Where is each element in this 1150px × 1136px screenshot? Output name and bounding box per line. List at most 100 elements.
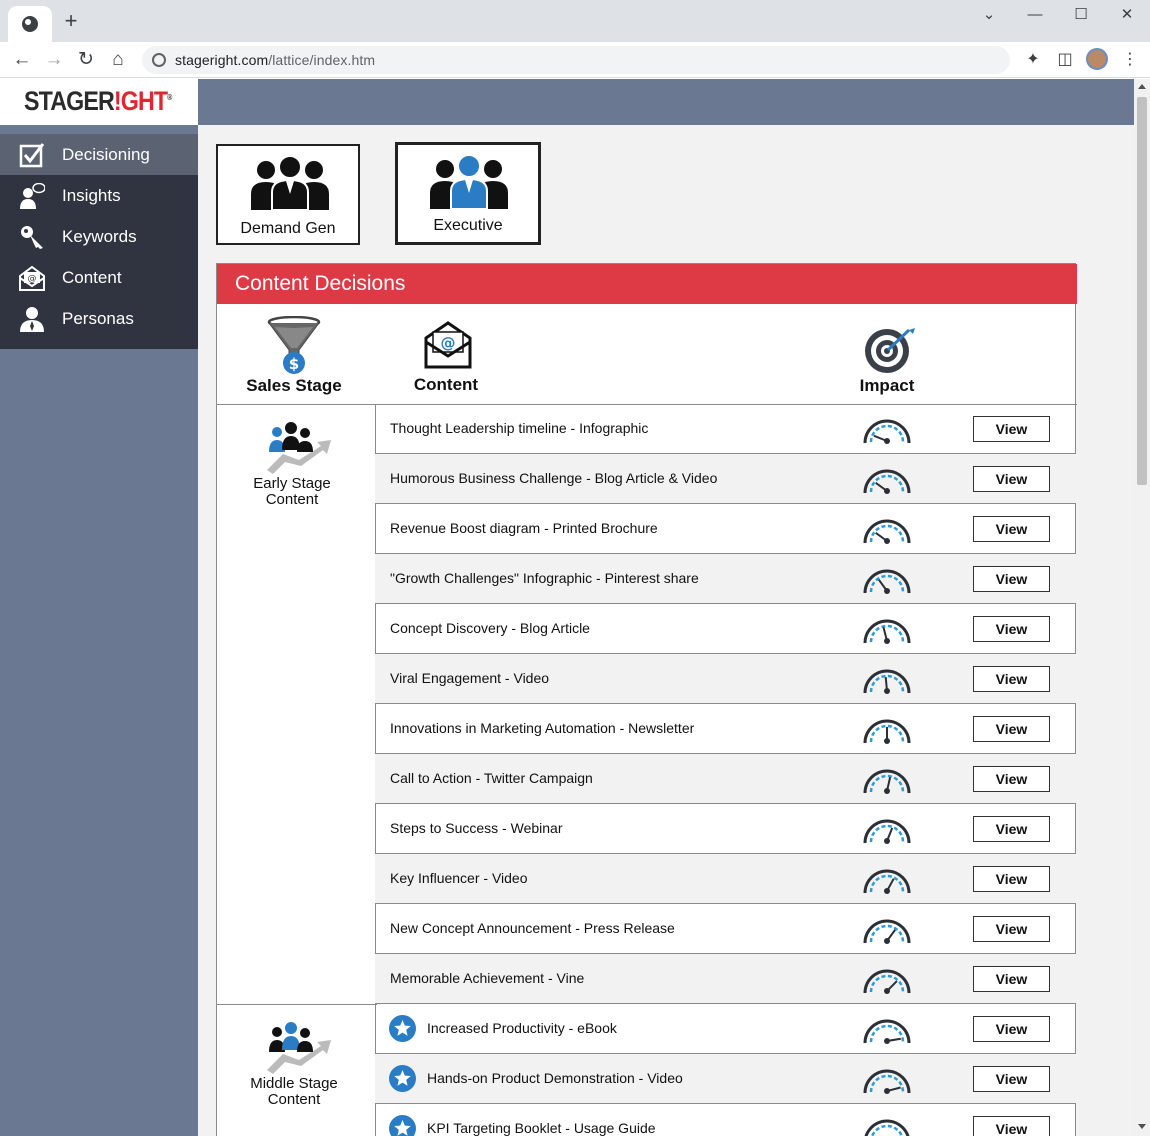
content-title: Call to Action - Twitter Campaign xyxy=(390,770,593,786)
content-title: Hands-on Product Demonstration - Video xyxy=(427,1070,683,1086)
address-bar[interactable]: stageright.com/lattice/index.htm xyxy=(142,46,1010,74)
sidebar: STAGER!GHT® Decisioning Insights Keyword… xyxy=(0,79,198,1136)
content-title: "Growth Challenges" Infographic - Pinter… xyxy=(390,570,699,586)
persona-label: Executive xyxy=(433,217,503,234)
sidebar-item-content[interactable]: @ Content xyxy=(0,257,198,298)
content-row: Memorable Achievement - Vine View xyxy=(375,954,1076,1004)
view-button[interactable]: View xyxy=(973,916,1050,942)
view-button[interactable]: View xyxy=(973,416,1050,442)
col-impact-header: Impact xyxy=(859,376,915,395)
middle-stage-group-icon xyxy=(267,1022,331,1074)
view-button[interactable]: View xyxy=(973,666,1050,692)
person-icon xyxy=(20,307,44,332)
speech-person-icon xyxy=(20,183,45,209)
view-button[interactable]: View xyxy=(973,616,1050,642)
persona-demand-gen-button[interactable]: Demand Gen xyxy=(216,144,360,245)
extensions-puzzle-icon[interactable]: ✦ xyxy=(1022,49,1044,71)
sidebar-item-personas[interactable]: Personas xyxy=(0,298,198,339)
stage-divider xyxy=(217,1004,377,1005)
scroll-down-arrow-icon[interactable] xyxy=(1138,1124,1146,1129)
content-title: Key Influencer - Video xyxy=(390,870,528,886)
reload-button[interactable]: ↻ xyxy=(73,47,99,73)
content-title: Innovations in Marketing Automation - Ne… xyxy=(390,720,695,736)
view-button[interactable]: View xyxy=(973,516,1050,542)
content-title: Concept Discovery - Blog Article xyxy=(390,620,590,636)
content-title: New Concept Announcement - Press Release xyxy=(390,920,675,936)
impact-gauge-icon xyxy=(863,519,911,544)
star-icon xyxy=(389,1015,416,1042)
view-button[interactable]: View xyxy=(973,566,1050,592)
impact-gauge-icon xyxy=(863,669,911,694)
view-button[interactable]: View xyxy=(973,466,1050,492)
browser-menu-icon[interactable]: ⋮ xyxy=(1119,49,1141,71)
view-button[interactable]: View xyxy=(973,766,1050,792)
impact-gauge-icon xyxy=(863,719,911,744)
scroll-up-arrow-icon[interactable] xyxy=(1138,84,1146,89)
envelope-at-icon: @ xyxy=(424,321,472,369)
new-tab-button[interactable]: + xyxy=(58,9,84,35)
star-icon xyxy=(389,1115,416,1136)
view-button[interactable]: View xyxy=(973,1066,1050,1092)
sidebar-item-decisioning[interactable]: Decisioning xyxy=(0,134,198,175)
content-row: KPI Targeting Booklet - Usage Guide View xyxy=(375,1104,1076,1136)
key-icon xyxy=(21,226,43,249)
page-content: STAGER!GHT® Decisioning Insights Keyword… xyxy=(0,79,1134,1136)
early-stage-group-icon xyxy=(267,422,331,474)
persona-executive-button[interactable]: Executive xyxy=(395,142,541,245)
impact-gauge-icon xyxy=(863,1019,911,1044)
content-decisions-panel: Content Decisions $ Sales Stage @ Conten… xyxy=(216,263,1077,1136)
logo-box[interactable]: STAGER!GHT® xyxy=(0,79,198,125)
stage-label-middle: Middle Stage Content xyxy=(250,1075,338,1108)
minimize-button[interactable]: — xyxy=(1012,4,1058,26)
tab-search-chevron-icon[interactable]: ⌄ xyxy=(966,4,1012,26)
content-row: "Growth Challenges" Infographic - Pinter… xyxy=(375,554,1076,604)
profile-avatar[interactable] xyxy=(1086,48,1108,70)
sidebar-item-keywords[interactable]: Keywords xyxy=(0,216,198,257)
url-text: stageright.com/lattice/index.htm xyxy=(175,52,376,68)
content-row: Thought Leadership timeline - Infographi… xyxy=(375,404,1076,454)
browser-tab[interactable] xyxy=(8,6,52,42)
sidebar-item-insights[interactable]: Insights xyxy=(0,175,198,216)
panel-header: Content Decisions xyxy=(217,264,1077,304)
impact-gauge-icon xyxy=(863,569,911,594)
content-title: Increased Productivity - eBook xyxy=(427,1020,617,1036)
funnel-dollar-icon: $ xyxy=(267,316,321,374)
svg-text:@: @ xyxy=(28,274,37,284)
impact-gauge-icon xyxy=(863,869,911,894)
impact-gauge-icon xyxy=(863,419,911,444)
view-button[interactable]: View xyxy=(973,966,1050,992)
col-sales-stage-header: Sales Stage xyxy=(246,376,342,395)
sidebar-menu: Decisioning Insights Keywords @ Content … xyxy=(0,134,198,349)
content-row: Innovations in Marketing Automation - Ne… xyxy=(375,704,1076,754)
svg-text:@: @ xyxy=(441,334,456,352)
impact-gauge-icon xyxy=(863,769,911,794)
view-button[interactable]: View xyxy=(973,716,1050,742)
forward-button[interactable]: → xyxy=(41,47,67,73)
side-panel-icon[interactable]: ◫ xyxy=(1054,49,1076,71)
impact-gauge-icon xyxy=(863,469,911,494)
col-content-header: Content xyxy=(413,375,479,394)
sidebar-item-label: Decisioning xyxy=(62,145,150,164)
view-button[interactable]: View xyxy=(973,866,1050,892)
panel-title: Content Decisions xyxy=(235,272,406,295)
close-window-button[interactable]: ✕ xyxy=(1104,4,1150,26)
maximize-button[interactable]: ☐ xyxy=(1058,4,1104,26)
page-scrollbar[interactable] xyxy=(1134,79,1150,1136)
target-icon xyxy=(865,326,915,373)
content-row: New Concept Announcement - Press Release… xyxy=(375,904,1076,954)
content-row: Hands-on Product Demonstration - Video Vi… xyxy=(375,1054,1076,1104)
view-button[interactable]: View xyxy=(973,1116,1050,1136)
content-title: Revenue Boost diagram - Printed Brochure xyxy=(390,520,658,536)
content-row: Steps to Success - Webinar View xyxy=(375,804,1076,854)
impact-gauge-icon xyxy=(863,619,911,644)
home-button[interactable]: ⌂ xyxy=(105,47,131,73)
view-button[interactable]: View xyxy=(973,816,1050,842)
sidebar-item-label: Keywords xyxy=(62,227,137,246)
back-button[interactable]: ← xyxy=(9,47,35,73)
impact-gauge-icon xyxy=(863,969,911,994)
group-people-icon xyxy=(251,155,329,210)
view-button[interactable]: View xyxy=(973,1016,1050,1042)
site-info-icon[interactable] xyxy=(152,53,166,67)
content-row: Concept Discovery - Blog Article View xyxy=(375,604,1076,654)
scroll-thumb[interactable] xyxy=(1137,97,1147,485)
